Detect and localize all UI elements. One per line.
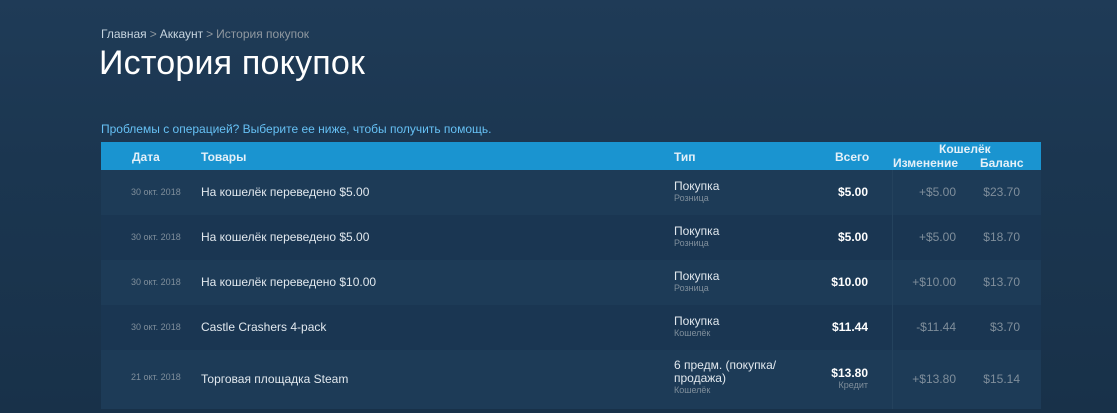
- row-type-label: 6 предм. (покупка/: [674, 358, 777, 372]
- row-total-value: $13.80: [831, 366, 868, 380]
- row-type-label: Покупка: [674, 224, 720, 238]
- table-row[interactable]: 30 окт. 2018 Castle Crashers 4-pack Поку…: [101, 305, 1041, 350]
- row-type-label: Покупка: [674, 179, 720, 193]
- header-total: Всего: [835, 150, 870, 164]
- breadcrumb-separator: >: [206, 27, 214, 41]
- header-wallet: Кошелёк: [939, 142, 991, 156]
- row-balance: $3.70: [989, 320, 1020, 334]
- table-row[interactable]: 30 окт. 2018 На кошелёк переведено $5.00…: [101, 170, 1041, 215]
- row-change: +$10.00: [912, 275, 956, 289]
- row-balance: $23.70: [983, 185, 1020, 199]
- help-link[interactable]: Проблемы с операцией? Выберите ее ниже, …: [101, 122, 491, 136]
- row-balance: $13.70: [983, 275, 1020, 289]
- row-balance: $18.70: [983, 230, 1020, 244]
- breadcrumb-current: История покупок: [216, 27, 310, 41]
- table-header: Дата Товары Тип Всего Кошелёк Изменение …: [101, 142, 1041, 170]
- breadcrumb-separator: >: [149, 27, 157, 41]
- page-title: История покупок: [99, 44, 366, 82]
- row-total: $5.00: [837, 185, 868, 199]
- row-type-sub: Розница: [674, 193, 709, 203]
- row-type: Покупка Розница: [674, 225, 719, 249]
- header-type: Тип: [674, 150, 696, 164]
- row-total-sub: Кредит: [838, 380, 868, 390]
- row-item: На кошелёк переведено $5.00: [201, 185, 370, 199]
- row-type-label-line2: продажа): [674, 371, 726, 385]
- purchase-table: Дата Товары Тип Всего Кошелёк Изменение …: [101, 142, 1041, 409]
- row-date: 30 окт. 2018: [131, 187, 181, 197]
- row-type-sub: Розница: [674, 238, 709, 248]
- table-row[interactable]: 30 окт. 2018 На кошелёк переведено $10.0…: [101, 260, 1041, 305]
- row-type-sub: Кошелёк: [674, 385, 711, 395]
- header-balance: Баланс: [980, 156, 1024, 170]
- breadcrumb-home-link[interactable]: Главная: [101, 27, 147, 41]
- row-type-label: Покупка: [674, 269, 720, 283]
- table-row[interactable]: 21 окт. 2018 Торговая площадка Steam 6 п…: [101, 350, 1041, 409]
- row-type-sub: Розница: [674, 283, 709, 293]
- row-type: Покупка Розница: [674, 180, 719, 204]
- row-date: 30 окт. 2018: [131, 277, 181, 287]
- table-row[interactable]: 30 окт. 2018 На кошелёк переведено $5.00…: [101, 215, 1041, 260]
- row-item: Castle Crashers 4-pack: [201, 320, 327, 334]
- row-item: На кошелёк переведено $5.00: [201, 230, 370, 244]
- row-total: $11.44: [831, 320, 868, 334]
- row-type-sub: Кошелёк: [674, 328, 711, 338]
- row-item: Торговая площадка Steam: [201, 372, 349, 386]
- breadcrumb-account-link[interactable]: Аккаунт: [160, 27, 203, 41]
- row-change: +$13.80: [912, 372, 956, 386]
- row-change: +$5.00: [918, 185, 956, 199]
- row-type: Покупка Кошелёк: [674, 315, 719, 339]
- row-type-label: Покупка: [674, 314, 720, 328]
- row-item: На кошелёк переведено $10.00: [201, 275, 377, 289]
- header-change: Изменение: [893, 156, 959, 170]
- row-change: +$5.00: [918, 230, 956, 244]
- row-total: $5.00: [837, 230, 868, 244]
- row-type: Покупка Розница: [674, 270, 719, 294]
- row-total: $10.00: [831, 275, 868, 289]
- header-date: Дата: [132, 150, 160, 164]
- row-date: 21 окт. 2018: [131, 372, 181, 382]
- row-date: 30 окт. 2018: [131, 322, 181, 332]
- header-items: Товары: [201, 150, 247, 164]
- row-balance: $15.14: [983, 372, 1020, 386]
- row-date: 30 окт. 2018: [131, 232, 181, 242]
- breadcrumb: Главная > Аккаунт > История покупок: [101, 27, 309, 41]
- row-type: 6 предм. (покупка/продажа) Кошелёк: [674, 359, 776, 396]
- row-total: $13.80 Кредит: [831, 366, 868, 390]
- row-change: -$11.44: [916, 320, 956, 334]
